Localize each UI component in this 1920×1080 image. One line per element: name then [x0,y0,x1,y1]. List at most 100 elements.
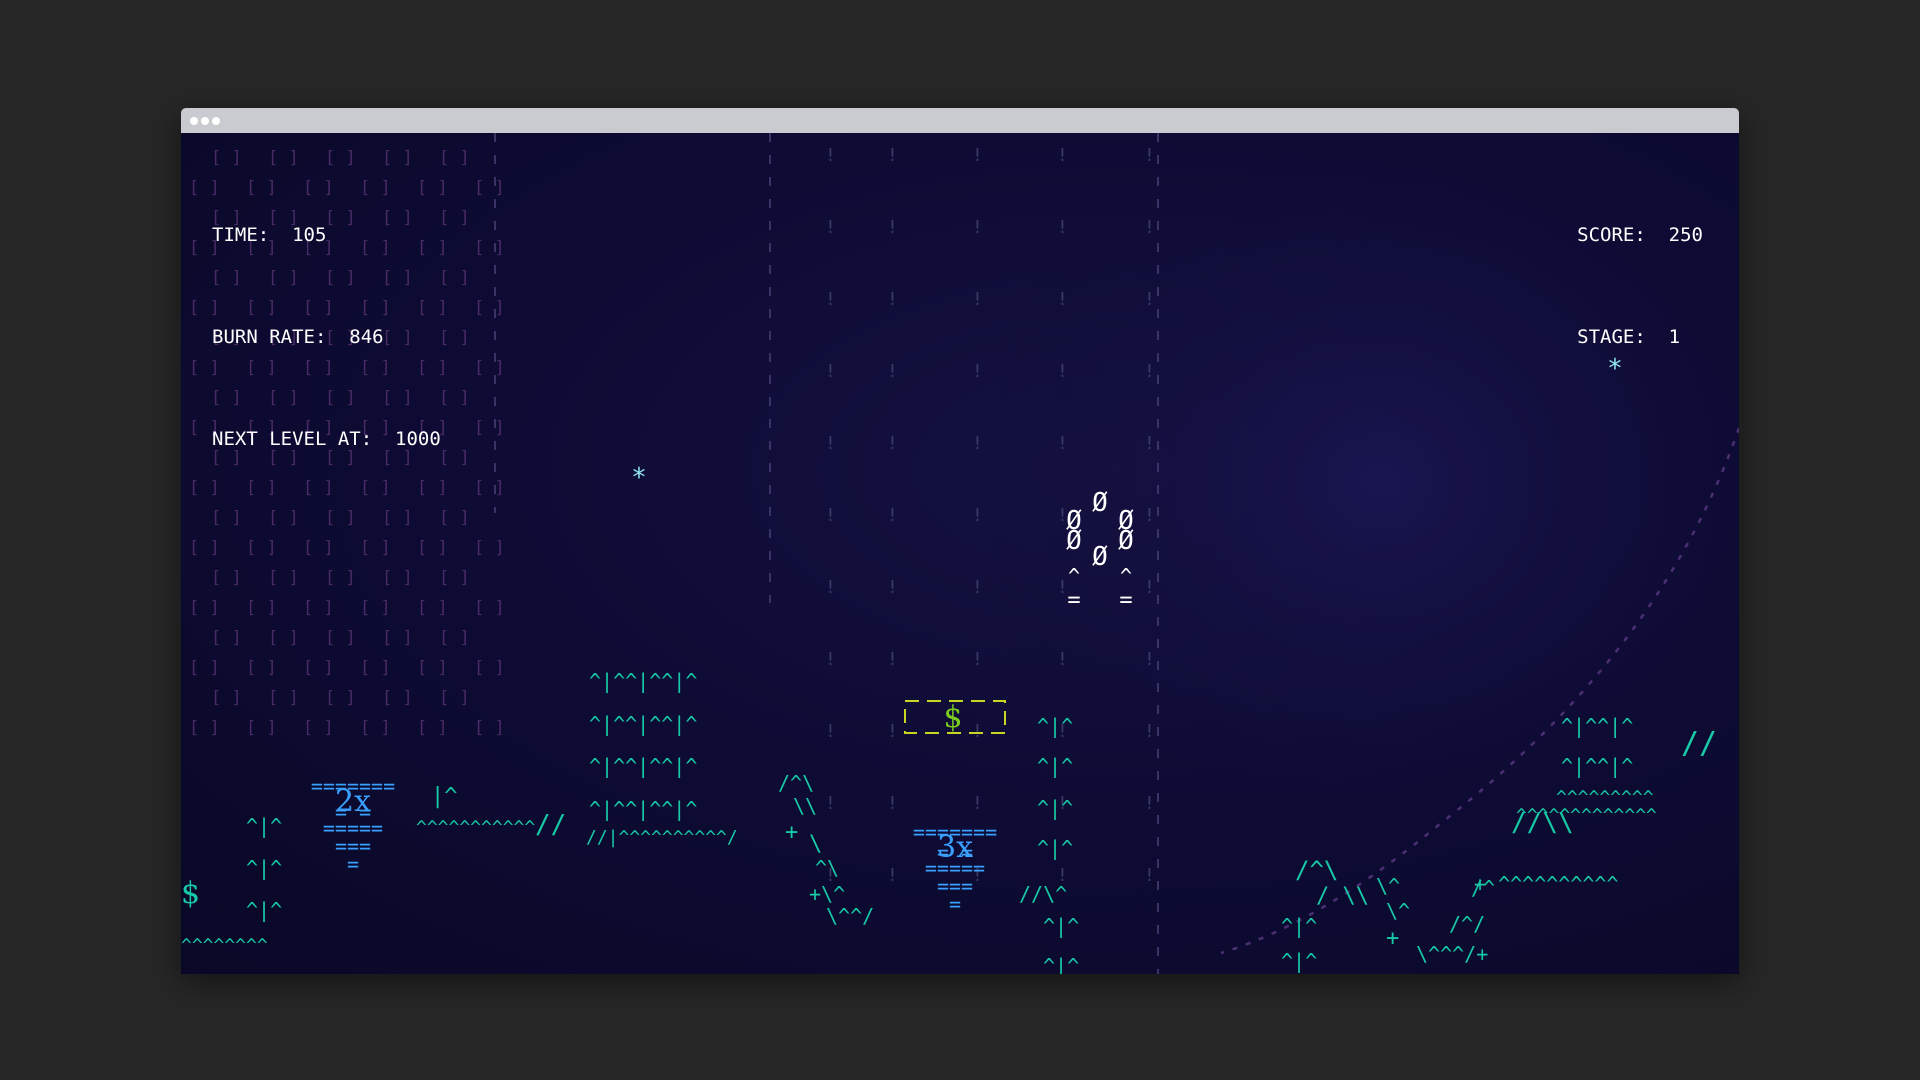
window-dot-icon[interactable] [190,117,198,125]
terrain-segment: \^ [1386,899,1410,923]
rain-drop: ! [887,217,898,238]
brick: [ ] [325,628,356,648]
brick: [ ] [211,628,242,648]
brick: [ ] [325,688,356,708]
brick: [ ] [439,388,470,408]
rain-drop: ! [887,361,898,382]
rain-drop: ! [1057,361,1068,382]
rain-drop: ! [825,505,836,526]
terrain-segment: \^^/ [826,904,874,928]
rain-drop: ! [972,505,983,526]
browser-window: [ ][ ][ ][ ][ ][ ][ ][ ][ ][ ][ ][ ][ ][… [181,108,1739,974]
rain-drop: ! [972,217,983,238]
rain-drop: ! [1144,217,1155,238]
multiplier-2x-label: 2x [335,784,371,819]
brick: [ ] [439,148,470,168]
brick: [ ] [474,718,505,738]
rain-drop: ! [1057,649,1068,670]
terrain-segment: // [1681,726,1717,761]
rain-drop: ! [887,721,898,742]
brick: [ ] [439,508,470,528]
score-value: 250 [1668,224,1703,246]
terrain-segment: \\ [793,794,817,818]
brick: [ ] [360,718,391,738]
rain-drop: ! [1144,289,1155,310]
rain-drop: ! [887,433,898,454]
terrain-segment: ^|^^|^^|^ [589,797,697,821]
svg-text:Ø: Ø [1118,526,1134,556]
brick: [ ] [474,358,505,378]
burn-rate-value: 846 [349,326,384,348]
window-dot-icon[interactable] [212,117,220,125]
terrain-segment: \^^^/+ [1416,942,1488,966]
brick: [ ] [417,658,448,678]
brick: [ ] [303,538,334,558]
rain-drop: ! [1057,289,1068,310]
cash-pickup[interactable]: $ [904,700,1006,735]
rain-drop: ! [1057,217,1068,238]
rain-drop: ! [825,145,836,166]
terrain-segment: |^ [431,784,458,809]
rain-drop: ! [1144,361,1155,382]
terrain-segment: //\^ [1019,882,1067,906]
rain-drop: ! [1144,433,1155,454]
rain-drop: ! [972,145,983,166]
brick: [ ] [439,568,470,588]
rain-drop: ! [972,577,983,598]
next-level-value: 1000 [395,428,441,450]
terrain-segment: ^^^^^^^^^^^ [416,817,535,838]
terrain-segment: ^|^ [1037,714,1073,738]
brick: [ ] [474,658,505,678]
terrain-segment: ^|^ [1037,836,1073,860]
terrain-segment: \^ [1376,874,1400,898]
brick: [ ] [303,718,334,738]
stage-label: STAGE: [1577,326,1646,348]
rain-drop: ! [1144,865,1155,886]
next-level-label: NEXT LEVEL AT: [212,428,373,450]
terrain-segment: ^|^ [246,814,282,838]
svg-text:=: = [1119,588,1132,613]
terrain-segment: +\^ [809,882,845,906]
terrain-segment: /^\ [778,771,814,795]
brick: [ ] [268,628,299,648]
terrain-segment: ^|^^|^^|^ [589,669,697,693]
brick: [ ] [268,688,299,708]
cash-symbol: $ [943,700,962,735]
rain-drop: ! [1144,145,1155,166]
game-canvas[interactable]: [ ][ ][ ][ ][ ][ ][ ][ ][ ][ ][ ][ ][ ][… [181,133,1739,974]
rain-drop: ! [887,793,898,814]
terrain-segment: ^\ [815,856,839,880]
terrain-segment: + ^^^^^^^^^^ [1474,872,1619,896]
window-dot-icon[interactable] [201,117,209,125]
brick: [ ] [211,688,242,708]
terrain-segment: ^|^ [1043,954,1079,974]
brick: [ ] [303,598,334,618]
brick: [ ] [268,568,299,588]
brick: [ ] [417,598,448,618]
time-value: 105 [292,224,327,246]
brick: [ ] [439,208,470,228]
terrain-segment: ^|^ [1037,796,1073,820]
rain-drop: ! [825,793,836,814]
rain-drop: ! [1144,793,1155,814]
brick: [ ] [474,538,505,558]
brick: [ ] [189,718,220,738]
terrain-segment: /^\ [1295,856,1338,884]
terrain-segment: ^|^ [1281,949,1317,973]
brick: [ ] [189,538,220,558]
rain-drop: ! [972,649,983,670]
terrain-segment: + [1386,926,1399,951]
rain-drop: ! [972,361,983,382]
rain-drop: ! [1057,433,1068,454]
brick: [ ] [382,688,413,708]
terrain-segment: ^^^^^^^^^ [1556,787,1654,808]
brick: [ ] [246,718,277,738]
terrain-segment: ^|^^|^^|^ [589,754,697,778]
multiplier-3x-label: 3x [937,830,973,865]
terrain-segment: ^^^^^^^^^^^^^ [1516,805,1657,826]
rain-drop: ! [972,793,983,814]
star-asterisk-icon: * [631,463,647,493]
brick: [ ] [246,538,277,558]
rain-drop: ! [825,361,836,382]
brick: [ ] [474,298,505,318]
